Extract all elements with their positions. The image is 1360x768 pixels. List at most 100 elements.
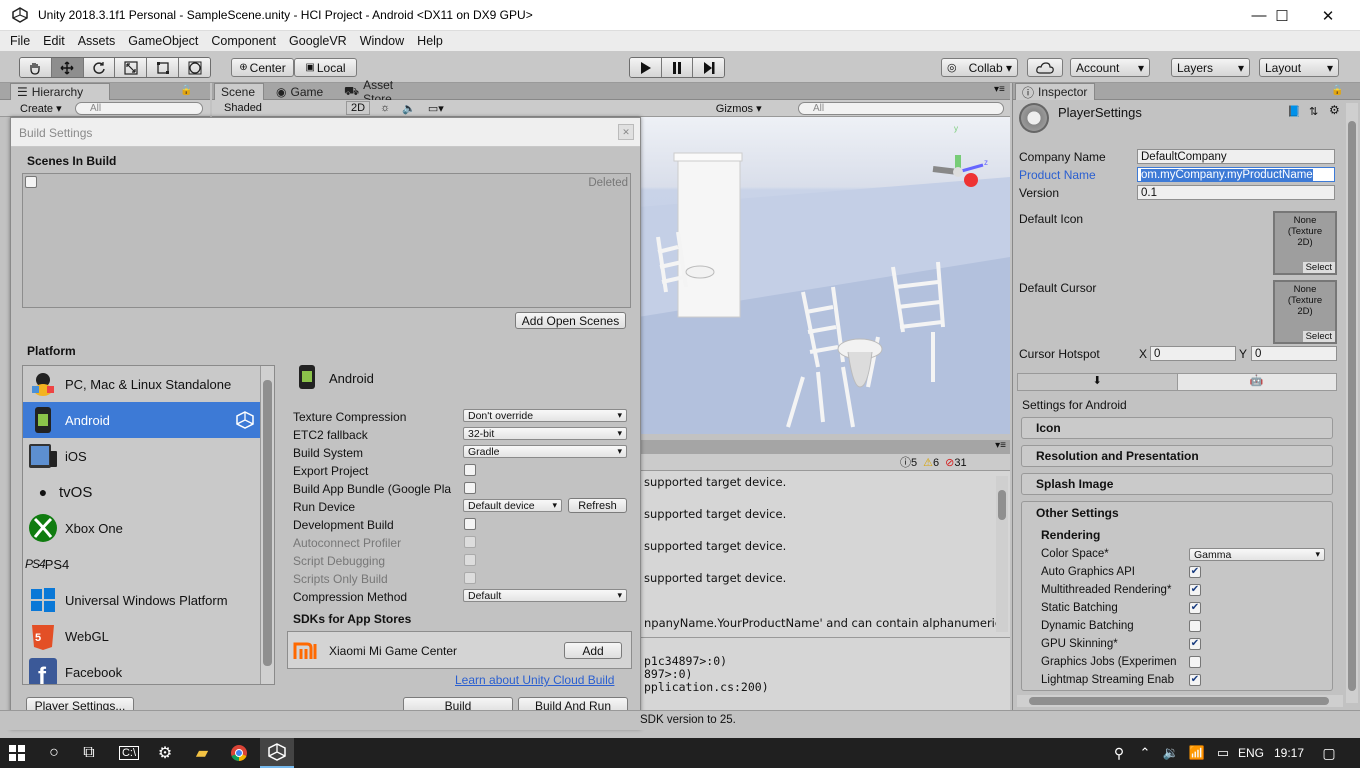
tab-inspector[interactable]: ⓘ Inspector (1015, 83, 1095, 100)
platform-list-scrollbar[interactable] (260, 366, 274, 684)
section-splash-image[interactable]: Splash Image (1021, 473, 1333, 495)
volume-button[interactable]: 🔉 (1158, 738, 1184, 768)
warning-count-toggle[interactable]: ⚠6 (923, 456, 939, 469)
development-build-checkbox[interactable] (464, 518, 476, 530)
log-line[interactable]: supported target device. (644, 507, 786, 521)
log-line[interactable]: supported target device. (644, 475, 786, 489)
color-space-dropdown[interactable]: Gamma (1189, 548, 1325, 561)
status-message[interactable]: SDK version to 25. (640, 714, 736, 726)
tab-asset-store[interactable]: ⛟ Asset Store (338, 78, 428, 106)
menu-assets[interactable]: Assets (78, 34, 116, 48)
hand-tool-button[interactable] (20, 58, 52, 77)
company-name-field[interactable]: DefaultCompany (1137, 149, 1335, 164)
taskbar-settings[interactable]: ⚙ (148, 738, 182, 768)
layout-dropdown[interactable]: Layout ▾ (1259, 58, 1339, 77)
panel-menu-icon[interactable]: ▾≡ (994, 84, 1005, 95)
scene-viewport[interactable]: y z (638, 117, 1010, 434)
rendering-option-checkbox[interactable]: ✔ (1189, 602, 1201, 614)
menu-gameobject[interactable]: GameObject (128, 34, 198, 48)
rendering-option-checkbox[interactable]: ✔ (1189, 566, 1201, 578)
scale-tool-button[interactable] (115, 58, 148, 77)
hotspot-y-field[interactable]: 0 (1251, 346, 1337, 361)
log-line[interactable]: supported target device. (644, 539, 786, 553)
inspector-hscrollbar[interactable] (1017, 695, 1343, 707)
platform-item-uwp[interactable]: Universal Windows Platform (23, 582, 262, 618)
version-field[interactable]: 0.1 (1137, 185, 1335, 200)
ime-button[interactable]: ▭ (1210, 738, 1236, 768)
shading-dropdown[interactable]: Shaded (224, 102, 344, 114)
compression-method-dropdown[interactable]: Default (463, 589, 627, 602)
taskbar-chrome[interactable] (222, 738, 256, 768)
menu-googlevr[interactable]: GoogleVR (289, 34, 347, 48)
rotate-tool-button[interactable] (83, 58, 116, 77)
product-name-field[interactable]: om.myCompany.myProductName (1137, 167, 1335, 182)
collab-dropdown[interactable]: ◎ Collab ▾ (941, 58, 1018, 77)
create-dropdown[interactable]: Create ▾ (20, 102, 62, 115)
effects-toggle-icon[interactable]: ▭▾ (428, 102, 444, 115)
inspector-vscrollbar[interactable] (1346, 103, 1358, 703)
pause-button[interactable] (661, 58, 694, 77)
scene-search-input[interactable]: All (798, 102, 1004, 115)
settings-gear-icon[interactable]: ⚙ (1329, 103, 1340, 117)
section-icon[interactable]: Icon (1021, 417, 1333, 439)
scrollbar-thumb[interactable] (1348, 121, 1356, 691)
build-app-bundle-checkbox[interactable] (464, 482, 476, 494)
step-button[interactable] (693, 58, 724, 77)
rendering-option-checkbox[interactable] (1189, 620, 1201, 632)
rendering-option-checkbox[interactable] (1189, 656, 1201, 668)
task-view-button[interactable]: ⧉ (72, 738, 106, 768)
language-button[interactable]: ENG (1236, 738, 1266, 768)
platform-item-ps4[interactable]: PS4 PS4 (23, 546, 262, 582)
action-center-button[interactable]: ▢ (1314, 738, 1344, 768)
menu-help[interactable]: Help (417, 34, 443, 48)
tray-chevron[interactable]: ⌃ (1132, 738, 1158, 768)
panel-menu-icon[interactable]: ▾≡ (995, 440, 1006, 451)
menu-window[interactable]: Window (360, 34, 404, 48)
sdk-add-button[interactable]: Add (564, 642, 622, 659)
rendering-option-checkbox[interactable]: ✔ (1189, 638, 1201, 650)
play-button[interactable] (630, 58, 662, 77)
scene-checkbox[interactable] (25, 176, 37, 188)
export-project-checkbox[interactable] (464, 464, 476, 476)
scrollbar-thumb[interactable] (263, 380, 272, 666)
scrollbar-thumb[interactable] (1029, 697, 1329, 705)
hierarchy-search-input[interactable]: All (75, 102, 203, 115)
audio-toggle-icon[interactable]: 🔈 (402, 102, 416, 115)
texture-compression-dropdown[interactable]: Don't override (463, 409, 627, 422)
cloud-button[interactable] (1027, 58, 1063, 77)
taskbar-unity[interactable] (260, 738, 294, 768)
run-device-dropdown[interactable]: Default device (463, 499, 562, 512)
lock-icon[interactable]: 🔒 (180, 85, 192, 96)
search-button[interactable]: ○ (37, 738, 71, 768)
unity-cloud-build-link[interactable]: Learn about Unity Cloud Build (455, 673, 614, 687)
select-button[interactable]: Select (1302, 331, 1335, 342)
error-count-toggle[interactable]: ⊘31 (945, 456, 966, 469)
other-settings-header[interactable]: Other Settings (1036, 506, 1119, 520)
taskbar-explorer[interactable]: ▰ (185, 738, 219, 768)
platform-item-standalone[interactable]: PC, Mac & Linux Standalone (23, 366, 262, 402)
build-system-dropdown[interactable]: Gradle (463, 445, 627, 458)
layers-dropdown[interactable]: Layers ▾ (1171, 58, 1250, 77)
mode-2d-toggle[interactable]: 2D (346, 101, 371, 115)
rect-tool-button[interactable] (147, 58, 180, 77)
menu-edit[interactable]: Edit (43, 34, 65, 48)
platform-item-facebook[interactable]: f Facebook (23, 654, 262, 684)
people-button[interactable]: ⚲ (1102, 738, 1136, 768)
add-open-scenes-button[interactable]: Add Open Scenes (515, 312, 626, 329)
maximize-button[interactable]: ☐ (1259, 0, 1305, 31)
info-count-toggle[interactable]: ⓘ5 (900, 454, 917, 470)
section-resolution[interactable]: Resolution and Presentation (1021, 445, 1333, 467)
tab-standalone[interactable]: ⬇ (1018, 374, 1178, 390)
scenes-list[interactable]: Deleted (22, 173, 631, 308)
clock[interactable]: 19:17 (1272, 738, 1306, 768)
space-toggle-button[interactable]: ▣ Local (294, 58, 357, 77)
tab-scene[interactable]: Scene (214, 83, 264, 100)
rendering-option-checkbox[interactable]: ✔ (1189, 674, 1201, 686)
close-button[interactable]: ✕ (1305, 0, 1351, 31)
select-button[interactable]: Select (1302, 262, 1335, 273)
move-tool-button[interactable] (51, 58, 84, 77)
log-line[interactable]: npanyName.YourProductName' and can conta… (644, 616, 1001, 630)
menu-file[interactable]: File (10, 34, 30, 48)
transform-tool-button[interactable] (179, 58, 210, 77)
gizmos-dropdown[interactable]: Gizmos ▾ (716, 102, 762, 115)
